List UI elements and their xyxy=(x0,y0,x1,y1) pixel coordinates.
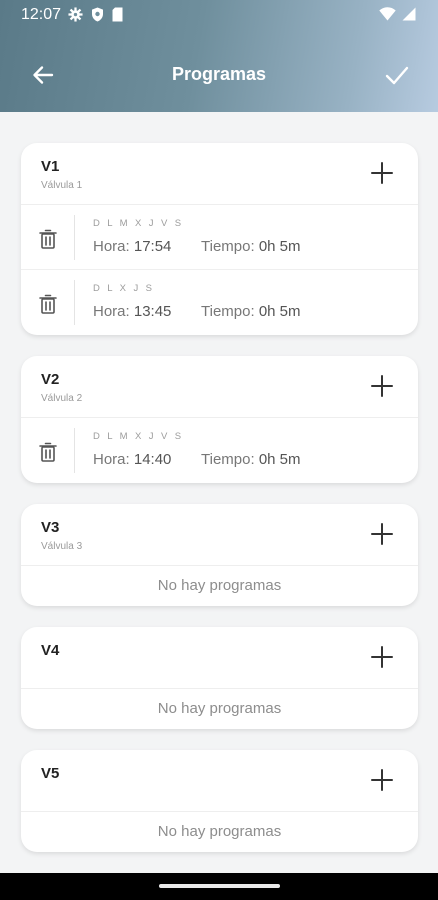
hora-label: Hora: xyxy=(93,303,130,320)
navigation-bar xyxy=(0,873,438,900)
program-duration: Tiempo: 0h 5m xyxy=(201,451,301,468)
row-divider xyxy=(74,215,75,260)
tiempo-value: 0h 5m xyxy=(258,238,301,255)
program-row: D L X J S Hora: 13:45 Tiempo: 0h 5m xyxy=(21,270,418,335)
tiempo-label: Tiempo: xyxy=(201,238,255,255)
valve-title: V1 xyxy=(41,158,60,175)
program-duration: Tiempo: 0h 5m xyxy=(201,303,301,320)
program-row: D L M X J V S Hora: 17:54 Tiempo: 0h 5m xyxy=(21,205,418,270)
row-divider xyxy=(74,280,75,325)
settings-icon xyxy=(68,7,83,22)
valve-card-v5: V5 No hay programas xyxy=(21,750,418,852)
add-icon[interactable] xyxy=(371,646,393,668)
trash-icon[interactable] xyxy=(39,442,57,462)
program-days: D L M X J V S xyxy=(93,218,184,229)
empty-state: No hay programas xyxy=(157,700,282,717)
valve-card-v1: V1 Válvula 1 D L M X J V S Hora: 17:54 T… xyxy=(21,143,418,335)
valve-card-header: V2 Válvula 2 xyxy=(21,356,418,418)
add-icon[interactable] xyxy=(371,769,393,791)
valve-card-header: V1 Válvula 1 xyxy=(21,143,418,205)
valve-title: V5 xyxy=(41,765,60,782)
empty-state: No hay programas xyxy=(157,577,282,594)
home-indicator[interactable] xyxy=(159,884,280,888)
valve-subtitle: Válvula 1 xyxy=(41,180,83,191)
tiempo-value: 0h 5m xyxy=(258,303,301,320)
hora-label: Hora: xyxy=(93,451,130,468)
hora-label: Hora: xyxy=(93,238,130,255)
valve-card-v3: V3 Válvula 3 No hay programas xyxy=(21,504,418,606)
status-time: 12:07 xyxy=(21,6,62,23)
status-icons-right xyxy=(379,7,416,21)
signal-icon xyxy=(402,7,416,21)
trash-icon[interactable] xyxy=(39,294,57,314)
valve-card-header: V3 Válvula 3 xyxy=(21,504,418,566)
valve-card-header: V5 xyxy=(21,750,418,812)
valve-subtitle: Válvula 2 xyxy=(41,393,83,404)
hora-value: 17:54 xyxy=(133,238,172,255)
status-icons-left xyxy=(68,7,123,22)
valve-title: V2 xyxy=(41,371,60,388)
valve-card-header: V4 xyxy=(21,627,418,689)
program-days: D L M X J V S xyxy=(93,431,184,442)
tiempo-label: Tiempo: xyxy=(201,303,255,320)
valve-card-v2: V2 Válvula 2 D L M X J V S Hora: 14:40 T… xyxy=(21,356,418,483)
program-time: Hora: 14:40 xyxy=(93,451,171,468)
valve-card-v4: V4 No hay programas xyxy=(21,627,418,729)
empty-state: No hay programas xyxy=(157,823,282,840)
row-divider xyxy=(74,428,75,473)
wifi-icon xyxy=(379,7,396,21)
program-row: D L M X J V S Hora: 14:40 Tiempo: 0h 5m xyxy=(21,418,418,483)
page-title: Programas xyxy=(171,64,267,84)
shield-icon xyxy=(92,7,103,22)
check-icon[interactable] xyxy=(382,60,412,90)
program-time: Hora: 13:45 xyxy=(93,303,171,320)
trash-icon[interactable] xyxy=(39,229,57,249)
app-header: 12:07 Programas xyxy=(0,0,438,112)
valves-list: V1 Válvula 1 D L M X J V S Hora: 17:54 T… xyxy=(21,143,418,873)
add-icon[interactable] xyxy=(371,375,393,397)
status-bar: 12:07 xyxy=(0,0,438,30)
program-time: Hora: 17:54 xyxy=(93,238,171,255)
add-icon[interactable] xyxy=(371,523,393,545)
program-days: D L X J S xyxy=(93,283,155,294)
hora-value: 14:40 xyxy=(133,451,172,468)
sd-card-icon xyxy=(112,7,123,22)
program-duration: Tiempo: 0h 5m xyxy=(201,238,301,255)
add-icon[interactable] xyxy=(371,162,393,184)
valve-title: V4 xyxy=(41,642,60,659)
valve-title: V3 xyxy=(41,519,60,536)
hora-value: 13:45 xyxy=(133,303,172,320)
valve-subtitle: Válvula 3 xyxy=(41,541,83,552)
tiempo-value: 0h 5m xyxy=(258,451,301,468)
tiempo-label: Tiempo: xyxy=(201,451,255,468)
